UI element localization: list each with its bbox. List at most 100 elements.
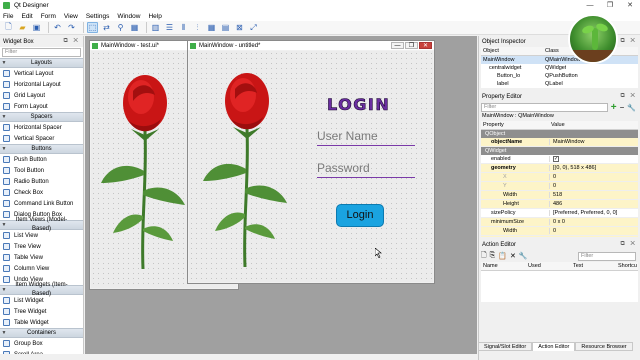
break-layout-icon[interactable]: ⊠ bbox=[234, 22, 245, 33]
enabled-checkbox[interactable]: ✓ bbox=[553, 156, 559, 162]
layout-vertical-icon[interactable]: ☰ bbox=[164, 22, 175, 33]
widget-icon bbox=[3, 297, 10, 304]
property-row[interactable]: sizePolicy [Preferred, Preferred, 0, 0] bbox=[481, 209, 638, 218]
delete-action-icon[interactable]: ✕ bbox=[510, 252, 516, 260]
property-row[interactable]: Width 0 bbox=[481, 227, 638, 236]
maximize-button[interactable]: ❐ bbox=[600, 0, 620, 11]
panel-controls-icon[interactable]: ⧉ ✕ bbox=[620, 38, 640, 45]
tab-resource-browser[interactable]: Resource Browser bbox=[575, 342, 633, 351]
widget-item[interactable]: Grid Layout bbox=[0, 90, 83, 101]
property-row[interactable]: geometry [(0, 0), 518 x 486] bbox=[481, 164, 638, 173]
status-bar bbox=[0, 354, 478, 360]
paste-action-icon[interactable]: 📋 bbox=[498, 252, 507, 260]
subwindow-close-button[interactable]: ✕ bbox=[419, 42, 432, 49]
widget-category[interactable]: ▼ Spacers bbox=[0, 112, 83, 122]
property-row[interactable]: objectName MainWindow bbox=[481, 138, 638, 147]
property-row[interactable]: X0 bbox=[481, 173, 638, 182]
widget-item[interactable]: Horizontal Spacer bbox=[0, 122, 83, 133]
widget-item[interactable]: Vertical Spacer bbox=[0, 133, 83, 144]
split-vertical-icon[interactable]: ⫶ bbox=[192, 22, 203, 33]
widget-item[interactable]: Tree View bbox=[0, 241, 83, 252]
subwindow-titlebar: MainWindow - untitled* — ❐ ✕ bbox=[188, 41, 434, 50]
layout-horizontal-icon[interactable]: ▥ bbox=[150, 22, 161, 33]
widget-item[interactable]: Push Button bbox=[0, 154, 83, 165]
edit-tab-order-icon[interactable]: ▦ bbox=[129, 22, 140, 33]
layout-form-icon[interactable]: ▤ bbox=[220, 22, 231, 33]
widget-item[interactable]: Vertical Layout bbox=[0, 68, 83, 79]
password-field[interactable]: Password bbox=[317, 161, 415, 178]
property-row[interactable]: enabled ✓ bbox=[481, 155, 638, 164]
widget-item[interactable]: Tree Widget bbox=[0, 306, 83, 317]
new-action-icon[interactable]: 🗋 bbox=[481, 251, 487, 262]
add-property-icon[interactable]: + bbox=[611, 102, 617, 113]
widget-icon bbox=[3, 167, 10, 174]
menu-view[interactable]: View bbox=[64, 13, 78, 20]
remove-property-icon[interactable]: − bbox=[620, 103, 625, 112]
widget-item[interactable]: Tool Button bbox=[0, 165, 83, 176]
menu-edit[interactable]: Edit bbox=[21, 13, 32, 20]
configure-icon[interactable]: 🔧 bbox=[519, 252, 528, 260]
close-button[interactable]: ✕ bbox=[620, 0, 640, 11]
chevron-down-icon: ▼ bbox=[1, 113, 7, 120]
property-row[interactable]: Y0 bbox=[481, 182, 638, 191]
object-tree-row[interactable]: centralwidget QWidget bbox=[481, 64, 638, 72]
widget-item[interactable]: Radio Button bbox=[0, 176, 83, 187]
edit-buddies-icon[interactable]: ⚲ bbox=[115, 22, 126, 33]
widget-item[interactable]: Table Widget bbox=[0, 317, 83, 328]
widget-box-filter-input[interactable]: Filter bbox=[2, 48, 81, 57]
widget-category[interactable]: ▼ Buttons bbox=[0, 144, 83, 154]
split-horizontal-icon[interactable]: ⫴ bbox=[178, 22, 189, 33]
menu-file[interactable]: File bbox=[3, 13, 13, 20]
widget-item[interactable]: Horizontal Layout bbox=[0, 79, 83, 90]
tab-signal-slot-editor[interactable]: Signal/Slot Editor bbox=[478, 342, 533, 351]
widget-category[interactable]: ▼ Item Views (Model-Based) bbox=[0, 217, 83, 232]
open-folder-icon[interactable]: ▰ bbox=[17, 22, 28, 33]
widget-item[interactable]: Column View bbox=[0, 263, 83, 274]
widget-category[interactable]: ▼ Layouts bbox=[0, 58, 83, 68]
widget-item[interactable]: Command Link Button bbox=[0, 198, 83, 209]
minimize-button[interactable]: — bbox=[580, 0, 600, 11]
widget-category[interactable]: ▼ Item Widgets (Item-Based) bbox=[0, 282, 83, 297]
form-canvas[interactable]: LOGIN User Name Password Login bbox=[189, 51, 433, 282]
subwindow-untitled[interactable]: MainWindow - untitled* — ❐ ✕ LOGIN User … bbox=[187, 40, 435, 284]
username-field[interactable]: User Name bbox=[317, 129, 415, 146]
property-row[interactable]: Width 518 bbox=[481, 191, 638, 200]
menu-window[interactable]: Window bbox=[117, 13, 140, 20]
object-tree-row[interactable]: label QLabel bbox=[481, 80, 638, 88]
property-filter-input[interactable]: Filter bbox=[481, 103, 608, 112]
undo-icon[interactable]: ↶ bbox=[52, 22, 63, 33]
widget-item-label: Horizontal Spacer bbox=[14, 124, 62, 131]
object-tree-row[interactable]: Button_lo QPushButton bbox=[481, 72, 638, 80]
widget-category[interactable]: ▼ Containers bbox=[0, 328, 83, 338]
panel-controls-icon[interactable]: ⧉ ✕ bbox=[63, 38, 83, 45]
widget-item[interactable]: Table View bbox=[0, 252, 83, 263]
panel-controls-icon[interactable]: ⧉ ✕ bbox=[620, 93, 640, 100]
object-name: centralwidget bbox=[489, 65, 522, 71]
login-title-label[interactable]: LOGIN bbox=[327, 95, 390, 115]
login-button[interactable]: Login bbox=[336, 204, 384, 227]
property-row[interactable]: minimumSize 0 x 0 bbox=[481, 218, 638, 227]
adjust-size-icon[interactable]: ⤢ bbox=[248, 22, 259, 33]
menu-form[interactable]: Form bbox=[41, 13, 56, 20]
subwindow-restore-button[interactable]: ❐ bbox=[405, 42, 418, 49]
widget-item[interactable]: Form Layout bbox=[0, 101, 83, 112]
subwindow-minimize-button[interactable]: — bbox=[391, 42, 404, 49]
property-row[interactable]: Height0 bbox=[481, 236, 638, 237]
new-file-icon[interactable]: 🗋 bbox=[3, 22, 14, 33]
property-row[interactable]: Height 486 bbox=[481, 200, 638, 209]
widget-item[interactable]: Check Box bbox=[0, 187, 83, 198]
save-icon[interactable]: ▣ bbox=[31, 22, 42, 33]
action-filter-input[interactable]: Filter bbox=[578, 251, 636, 261]
widget-item[interactable]: Group Box bbox=[0, 338, 83, 349]
bottom-dock-tabs: Signal/Slot Editor Action Editor Resourc… bbox=[478, 342, 640, 351]
edit-widgets-icon[interactable]: ⬚ bbox=[87, 22, 98, 33]
redo-icon[interactable]: ↷ bbox=[66, 22, 77, 33]
layout-grid-icon[interactable]: ▦ bbox=[206, 22, 217, 33]
edit-signals-icon[interactable]: ⇄ bbox=[101, 22, 112, 33]
configure-icon[interactable]: 🔧 bbox=[627, 104, 636, 112]
menu-help[interactable]: Help bbox=[148, 13, 161, 20]
menu-settings[interactable]: Settings bbox=[86, 13, 110, 20]
tab-action-editor[interactable]: Action Editor bbox=[532, 342, 576, 351]
copy-action-icon[interactable]: ⎘ bbox=[490, 252, 496, 260]
panel-controls-icon[interactable]: ⧉ ✕ bbox=[620, 241, 640, 248]
